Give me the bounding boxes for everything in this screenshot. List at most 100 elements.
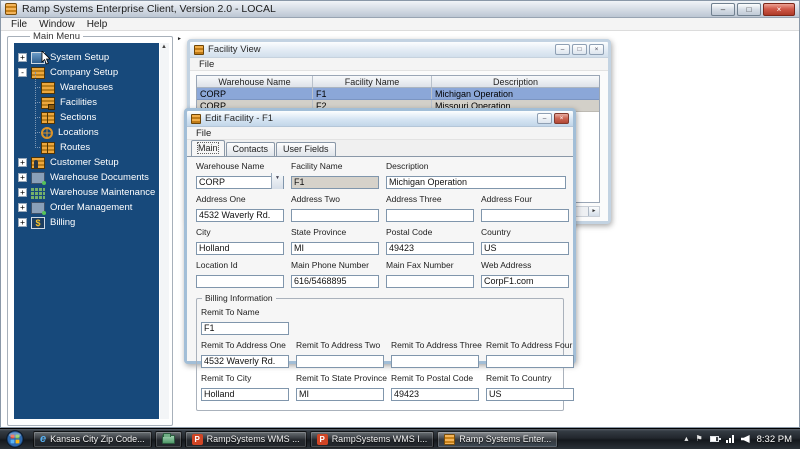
state-province-input[interactable] [291,241,379,255]
menu-help[interactable]: Help [81,19,114,30]
scroll-up-icon[interactable]: ▲ [161,44,167,50]
tree-item-order-management[interactable]: + Order Management [14,200,159,215]
facility-view-title: Facility View [208,44,261,55]
taskbar-button-ie[interactable]: e Kansas City Zip Code... [33,430,152,448]
field-label: Remit To Postal Code [391,373,474,383]
minimize-button[interactable]: – [711,2,735,16]
billing-information-group: Billing Information Remit To Name Remit … [196,293,574,411]
main-titlebar[interactable]: Ramp Systems Enterprise Client, Version … [1,1,799,18]
taskbar-button-powerpoint-1[interactable]: P RampSystems WMS ... [184,430,307,448]
country-input[interactable] [481,241,569,255]
maximize-button[interactable]: □ [737,2,761,16]
location-id-input[interactable] [196,274,284,288]
column-header-description[interactable]: Description [432,76,599,87]
column-header-facility-name[interactable]: Facility Name [313,76,432,87]
tree-item-label: Customer Setup [50,157,119,168]
address-four-input[interactable] [481,208,569,222]
powerpoint-icon: P [316,433,328,445]
close-button[interactable]: × [554,113,569,124]
remit-to-state-province-input[interactable] [296,387,384,401]
address-two-input[interactable] [291,208,379,222]
tab-user-fields[interactable]: User Fields [276,142,336,156]
expand-icon[interactable]: + [18,173,27,182]
facility-view-titlebar[interactable]: Facility View – □ × [190,42,608,58]
remit-to-address-two-input[interactable] [296,354,384,368]
taskbar-button-powerpoint-2[interactable]: P RampSystems WMS I... [309,430,435,448]
tree-scrollbar[interactable]: ▲ [160,43,169,419]
tree-item-warehouse-documents[interactable]: + Warehouse Documents [14,170,159,185]
warehouse-name-combo[interactable]: ▼ [196,172,284,190]
table-row[interactable]: CORP F1 Michigan Operation [197,88,599,100]
field-remit-to-country: Remit To Country [486,373,574,402]
menu-file[interactable]: File [192,128,215,139]
expand-icon[interactable]: + [18,158,27,167]
field-label: Remit To City [201,373,252,383]
field-web-address: Web Address [481,260,569,289]
menu-window[interactable]: Window [33,19,81,30]
tree-item-routes[interactable]: Routes [14,132,159,155]
address-three-input[interactable] [386,208,474,222]
description-input[interactable] [386,175,566,189]
web-address-input[interactable] [481,274,569,288]
field-postal-code: Postal Code [386,227,474,256]
column-header-warehouse-name[interactable]: Warehouse Name [197,76,313,87]
expand-icon[interactable]: + [18,188,27,197]
close-button[interactable]: × [589,44,604,55]
expand-icon[interactable]: + [18,53,27,62]
expand-icon[interactable]: + [18,218,27,227]
menu-file[interactable]: File [195,59,218,70]
tree-item-billing[interactable]: + $ Billing [14,215,159,230]
taskbar-button-ramp-systems[interactable]: Ramp Systems Enter... [437,430,559,448]
remit-to-name-input[interactable] [201,321,289,335]
address-one-input[interactable] [196,208,284,222]
show-hidden-icons-icon[interactable]: ▴ [684,434,688,444]
mouse-cursor-icon [41,51,51,65]
remit-to-city-input[interactable] [201,387,289,401]
city-input[interactable] [196,241,284,255]
speaker-icon[interactable] [740,435,750,443]
field-label: Remit To Address Two [296,340,381,350]
action-center-flag-icon[interactable]: ⚑ [695,434,702,444]
remit-to-country-input[interactable] [486,387,574,401]
main-phone-number-input[interactable] [291,274,379,288]
postal-code-input[interactable] [386,241,474,255]
remit-to-postal-code-input[interactable] [391,387,479,401]
network-signal-icon[interactable] [725,435,734,443]
minimize-button[interactable]: – [537,113,552,124]
remit-to-address-four-input[interactable] [486,354,574,368]
expand-icon[interactable]: + [18,203,27,212]
facility-view-icon [194,44,204,55]
clock[interactable]: 8:32 PM [757,434,792,445]
edit-facility-caption-buttons: – × [537,113,569,124]
collapse-icon[interactable]: - [18,68,27,77]
main-menubar: File Window Help [1,18,799,31]
main-window: Ramp Systems Enterprise Client, Version … [0,0,800,428]
field-label: Location Id [196,260,238,270]
tab-contacts[interactable]: Contacts [225,142,276,156]
field-address-two: Address Two [291,194,379,223]
field-location-id: Location Id [196,260,284,289]
tree-item-customer-setup[interactable]: + Customer Setup [14,155,159,170]
remit-to-address-one-input[interactable] [201,354,289,368]
main-fax-number-input[interactable] [386,274,474,288]
splitter-collapse-icon[interactable]: ► [177,36,182,42]
start-button[interactable] [0,429,30,449]
chevron-down-icon[interactable]: ▼ [271,173,283,189]
main-menu-panel-label: Main Menu [30,31,83,42]
tree-item-warehouse-maintenance[interactable]: + Warehouse Maintenance [14,185,159,200]
scroll-right-icon[interactable]: ► [588,207,599,216]
edit-facility-titlebar[interactable]: Edit Facility - F1 – × [187,111,573,127]
remit-to-address-three-input[interactable] [391,354,479,368]
menu-file[interactable]: File [5,19,33,30]
minimize-button[interactable]: – [555,44,570,55]
taskbar-button-explorer[interactable] [154,430,182,448]
field-remit-to-address-three: Remit To Address Three [391,340,482,369]
edit-facility-menubar: File [187,127,573,140]
field-state-province: State Province [291,227,379,256]
battery-icon[interactable] [709,436,721,442]
field-warehouse-name: Warehouse Name ▼ [196,161,284,190]
close-button[interactable]: × [763,2,795,16]
tree-item-system-setup[interactable]: + System Setup [14,50,159,65]
maximize-button[interactable]: □ [572,44,587,55]
tab-main[interactable]: Main [191,140,225,156]
